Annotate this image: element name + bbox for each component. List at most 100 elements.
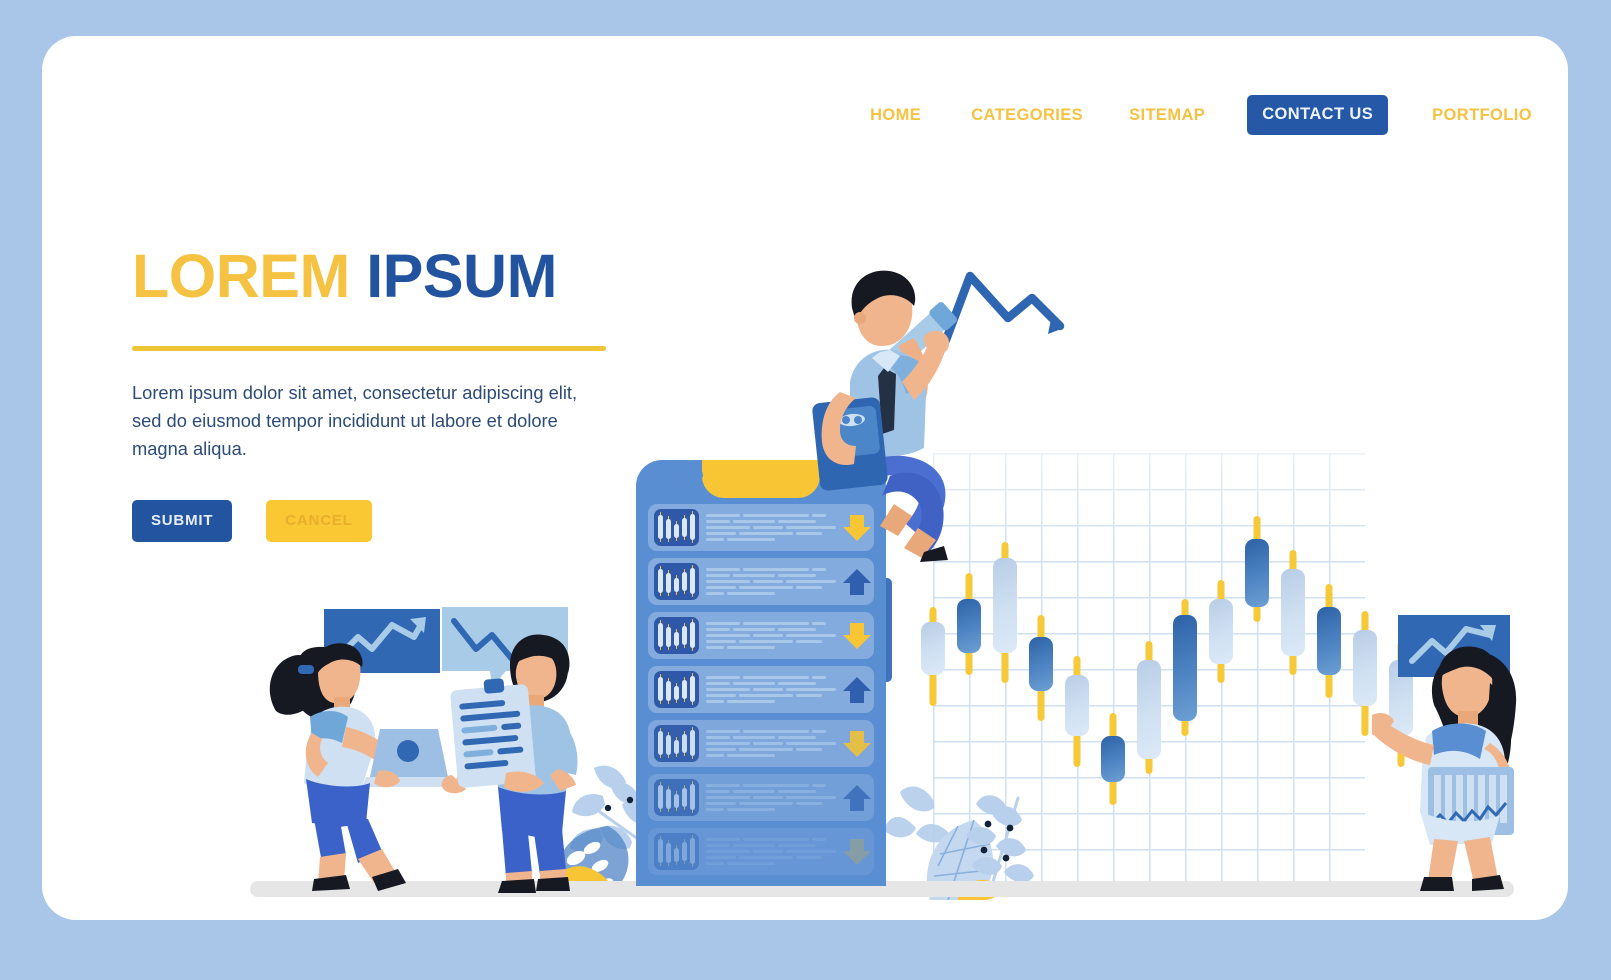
submit-button[interactable]: SUBMIT — [132, 500, 233, 543]
candlestick-thumbnail — [654, 725, 699, 762]
candle-body-down — [957, 599, 981, 653]
leaf-decoration-right — [884, 786, 1034, 900]
placeholder-line — [743, 783, 809, 788]
candle-body-up — [993, 557, 1017, 653]
placeholder-line — [706, 633, 750, 638]
trend-line-path — [941, 271, 1065, 345]
nav-item-home[interactable]: HOME — [870, 106, 921, 125]
placeholder-line — [796, 747, 822, 752]
candle-body-up — [1209, 599, 1233, 664]
placeholder-line — [727, 699, 775, 704]
placeholder-line — [706, 687, 750, 692]
placeholder-text-lines — [699, 729, 841, 758]
placeholder-line — [706, 783, 740, 788]
placeholder-text-lines — [699, 837, 841, 866]
candlestick-8 — [1173, 599, 1197, 737]
placeholder-line — [743, 675, 809, 680]
placeholder-line — [739, 639, 793, 644]
placeholder-line — [706, 525, 750, 530]
placeholder-line — [733, 627, 775, 632]
nav-item-portfolio[interactable]: PORTFOLIO — [1432, 106, 1532, 125]
thumb-candle — [682, 788, 687, 807]
candlestick-6 — [1101, 713, 1125, 805]
cancel-button[interactable]: CANCEL — [266, 500, 372, 543]
placeholder-line — [753, 741, 783, 746]
phone-list-item[interactable] — [648, 612, 874, 659]
candlestick-12 — [1317, 584, 1341, 699]
placeholder-line — [753, 687, 783, 692]
placeholder-line — [778, 735, 816, 740]
thumb-candle — [674, 740, 679, 754]
candlestick-thumbnail — [654, 509, 699, 546]
thumb-candle — [674, 632, 679, 646]
placeholder-line — [706, 627, 730, 632]
placeholder-line — [743, 729, 809, 734]
placeholder-line — [786, 741, 836, 746]
phone-list-item[interactable] — [648, 558, 874, 605]
placeholder-line — [733, 843, 775, 848]
candlestick-11 — [1281, 550, 1305, 676]
headline-word-one: LOREM — [132, 242, 350, 310]
placeholder-line — [706, 837, 740, 842]
nav-item-sitemap[interactable]: SITEMAP — [1129, 106, 1205, 125]
placeholder-line — [706, 735, 730, 740]
placeholder-line — [706, 675, 740, 680]
thumb-candle — [674, 794, 679, 808]
placeholder-line — [706, 579, 750, 584]
placeholder-line — [796, 639, 822, 644]
placeholder-line — [706, 699, 724, 704]
candlestick-thumbnail — [654, 779, 699, 816]
phone-list-item[interactable] — [648, 774, 874, 821]
placeholder-line — [743, 567, 809, 572]
placeholder-line — [706, 537, 724, 542]
candlestick-thumbnail — [654, 617, 699, 654]
thumb-candle — [658, 569, 663, 593]
thumb-candle — [690, 838, 695, 864]
thumb-candle — [666, 843, 671, 863]
candlestick-7 — [1137, 641, 1161, 775]
placeholder-line — [733, 789, 775, 794]
phone-list-item[interactable] — [648, 828, 874, 875]
placeholder-line — [733, 519, 775, 524]
candlestick-thumbnail — [654, 671, 699, 708]
placeholder-line — [796, 855, 822, 860]
nav-item-categories[interactable]: CATEGORIES — [971, 106, 1083, 125]
phone-list-item[interactable] — [648, 720, 874, 767]
page-title: LOREM IPSUM — [132, 244, 632, 308]
thumb-candle — [690, 730, 695, 756]
hero-section: LOREM IPSUM Lorem ipsum dolor sit amet, … — [132, 244, 632, 543]
placeholder-line — [796, 693, 822, 698]
placeholder-line — [706, 801, 736, 806]
nav-item-contact-us[interactable]: CONTACT US — [1247, 95, 1389, 135]
placeholder-line — [706, 645, 724, 650]
candlestick-1 — [921, 607, 945, 706]
placeholder-line — [739, 747, 793, 752]
placeholder-line — [706, 729, 740, 734]
placeholder-line — [743, 621, 809, 626]
arrow-up-icon — [841, 782, 873, 814]
phone-list-item[interactable] — [648, 666, 874, 713]
thumb-candle — [690, 622, 695, 648]
thumb-candle — [658, 731, 663, 755]
thumb-candle — [682, 842, 687, 861]
candlestick-thumbnail — [654, 833, 699, 870]
placeholder-line — [706, 741, 750, 746]
placeholder-line — [706, 681, 730, 686]
thumb-candle — [658, 785, 663, 809]
placeholder-line — [706, 849, 750, 854]
candlestick-thumbnail — [654, 563, 699, 600]
placeholder-text-lines — [699, 567, 841, 596]
woman-pointing-at-candlestick — [1372, 615, 1517, 891]
thumb-candle — [682, 626, 687, 645]
placeholder-line — [727, 645, 775, 650]
placeholder-line — [753, 579, 783, 584]
placeholder-line — [706, 843, 730, 848]
candle-body-down — [1101, 736, 1125, 782]
placeholder-line — [706, 519, 730, 524]
placeholder-line — [812, 783, 826, 788]
candlestick-2 — [957, 572, 981, 676]
placeholder-line — [786, 795, 836, 800]
placeholder-line — [733, 681, 775, 686]
placeholder-line — [706, 585, 736, 590]
thumb-candle — [682, 572, 687, 591]
